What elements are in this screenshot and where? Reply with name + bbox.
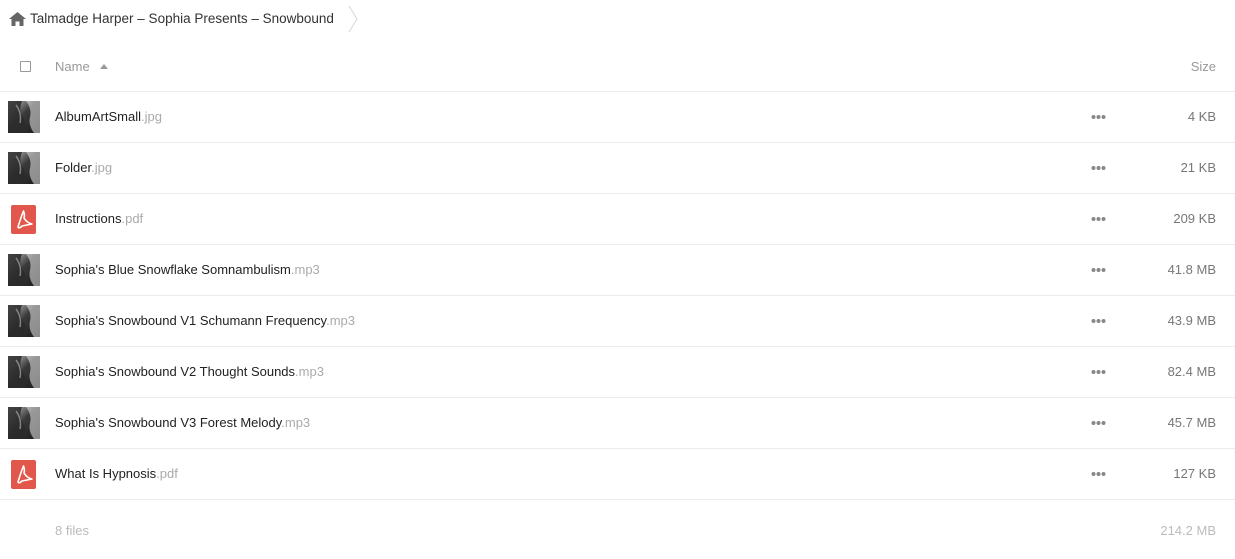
more-actions-icon[interactable] [1091, 420, 1106, 426]
file-list: AlbumArtSmall.jpg 4 KB Folder.jpg 21 KB In… [0, 92, 1235, 500]
more-actions-icon[interactable] [1091, 267, 1106, 273]
file-size: 45.7 MB [1167, 415, 1216, 430]
image-thumbnail [8, 101, 40, 133]
home-icon[interactable] [9, 12, 26, 26]
more-actions-icon[interactable] [1091, 114, 1106, 120]
file-size: 21 KB [1180, 160, 1216, 175]
image-thumbnail [8, 356, 40, 388]
sort-ascending-icon[interactable] [100, 64, 108, 69]
file-row[interactable]: Sophia's Blue Snowflake Somnambulism.mp3… [0, 245, 1235, 296]
more-actions-icon[interactable] [1091, 318, 1106, 324]
breadcrumb-current-folder[interactable]: Talmadge Harper – Sophia Presents – Snow… [30, 11, 334, 26]
file-extension: .pdf [156, 466, 178, 481]
file-basename: What Is Hypnosis [55, 466, 157, 481]
file-row[interactable]: Sophia's Snowbound V1 Schumann Frequency… [0, 296, 1235, 347]
file-extension: .mp3 [281, 415, 311, 430]
file-row[interactable]: AlbumArtSmall.jpg 4 KB [0, 92, 1235, 143]
select-all-checkbox[interactable] [20, 61, 31, 72]
file-basename: Sophia's Snowbound V1 Schumann Frequency [55, 313, 327, 328]
file-basename: Sophia's Blue Snowflake Somnambulism [55, 262, 291, 277]
file-basename: Folder [55, 160, 92, 175]
file-name[interactable]: Sophia's Snowbound V1 Schumann Frequency… [55, 313, 355, 328]
image-thumbnail [8, 254, 40, 286]
pdf-file-icon [8, 203, 40, 235]
file-count-summary: 8 files [55, 523, 89, 538]
file-name[interactable]: Sophia's Snowbound V3 Forest Melody.mp3 [55, 415, 310, 430]
more-actions-icon[interactable] [1091, 165, 1106, 171]
file-extension: .jpg [91, 160, 113, 175]
file-name[interactable]: Sophia's Blue Snowflake Somnambulism.mp3 [55, 262, 320, 277]
total-size-summary: 214.2 MB [1160, 523, 1216, 538]
chevron-right-icon [348, 5, 358, 33]
file-basename: Sophia's Snowbound V3 Forest Melody [55, 415, 282, 430]
file-size: 127 KB [1173, 466, 1216, 481]
image-thumbnail [8, 407, 40, 439]
file-basename: Sophia's Snowbound V2 Thought Sounds [55, 364, 296, 379]
file-name[interactable]: Sophia's Snowbound V2 Thought Sounds.mp3 [55, 364, 324, 379]
pdf-file-icon [8, 458, 40, 490]
more-actions-icon[interactable] [1091, 369, 1106, 375]
file-extension: .pdf [121, 211, 144, 226]
file-size: 209 KB [1173, 211, 1216, 226]
breadcrumb: Talmadge Harper – Sophia Presents – Snow… [0, 0, 1235, 38]
file-extension: .mp3 [295, 364, 324, 379]
file-extension: .mp3 [290, 262, 320, 277]
file-name[interactable]: What Is Hypnosis.pdf [55, 466, 178, 481]
file-size: 82.4 MB [1167, 364, 1216, 379]
file-list-header: Name Size [0, 42, 1235, 92]
file-extension: .jpg [140, 109, 162, 124]
image-thumbnail [8, 152, 40, 184]
more-actions-icon[interactable] [1091, 471, 1106, 477]
file-extension: .mp3 [326, 313, 355, 328]
file-size: 41.8 MB [1167, 262, 1216, 277]
file-size: 43.9 MB [1167, 313, 1216, 328]
file-row[interactable]: Folder.jpg 21 KB [0, 143, 1235, 194]
file-size: 4 KB [1187, 109, 1216, 124]
more-actions-icon[interactable] [1091, 216, 1106, 222]
file-name[interactable]: Instructions.pdf [55, 211, 143, 226]
file-row[interactable]: Sophia's Snowbound V2 Thought Sounds.mp3… [0, 347, 1235, 398]
file-row[interactable]: Sophia's Snowbound V3 Forest Melody.mp3 4… [0, 398, 1235, 449]
file-basename: AlbumArtSmall [55, 109, 141, 124]
file-name[interactable]: AlbumArtSmall.jpg [55, 109, 162, 124]
file-row[interactable]: Instructions.pdf 209 KB [0, 194, 1235, 245]
column-header-size[interactable]: Size [1191, 59, 1216, 74]
file-row[interactable]: What Is Hypnosis.pdf 127 KB [0, 449, 1235, 500]
image-thumbnail [8, 305, 40, 337]
file-name[interactable]: Folder.jpg [55, 160, 112, 175]
file-basename: Instructions [55, 211, 122, 226]
column-header-name[interactable]: Name [55, 59, 90, 74]
